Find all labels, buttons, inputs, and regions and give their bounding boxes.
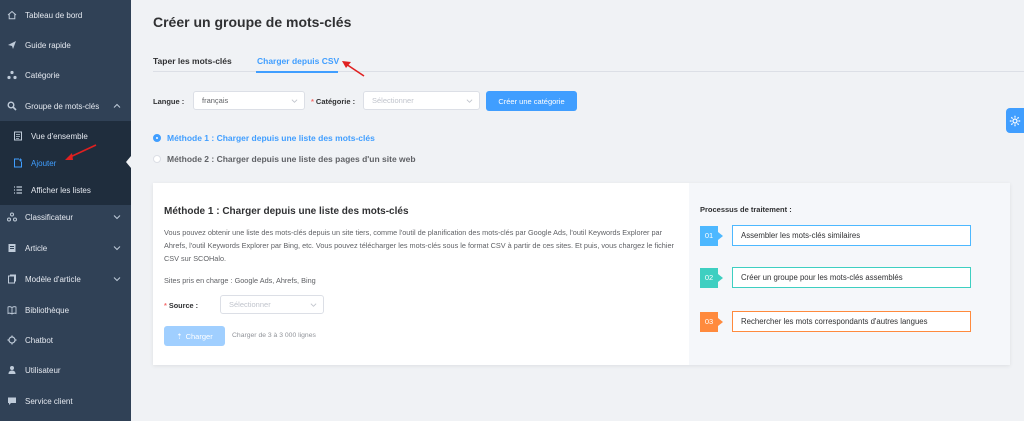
method-1-radio[interactable]: Méthode 1 : Charger depuis une liste des… [153, 133, 375, 143]
annotation-arrow-icon [342, 61, 365, 77]
active-tab-indicator [256, 71, 338, 73]
upload-icon: ⇡ [176, 331, 183, 341]
langue-label: Langue : [153, 97, 185, 106]
process-step: 01 Assembler les mots-clés similaires [700, 225, 971, 246]
sidebar-item-show-lists[interactable]: Afficher les listes [0, 175, 131, 205]
template-icon [6, 273, 18, 285]
annotation-arrow-icon [65, 144, 97, 160]
chevron-down-icon [291, 99, 298, 103]
chatbot-icon [6, 334, 18, 346]
sidebar-item-quick-guide[interactable]: Guide rapide [0, 30, 131, 60]
send-icon [6, 39, 18, 51]
tabs: Taper les mots-clés Charger depuis CSV [153, 52, 1024, 73]
main-content: Créer un groupe de mots-clés Taper les m… [131, 0, 1024, 421]
sidebar-item-category[interactable]: Catégorie [0, 60, 131, 90]
list-icon [12, 184, 24, 196]
classifier-icon [6, 211, 18, 223]
method-card: Méthode 1 : Charger depuis une liste des… [153, 183, 1010, 365]
chevron-down-icon [466, 99, 473, 103]
langue-select[interactable]: français [193, 91, 305, 110]
radio-unselected-icon [153, 155, 161, 163]
sidebar-item-article-template[interactable]: Modèle d'article [0, 264, 131, 294]
chevron-up-icon [113, 103, 121, 108]
sidebar-item-customer-service[interactable]: Service client [0, 386, 131, 416]
sidebar-item-user[interactable]: Utilisateur [0, 355, 131, 385]
book-icon [6, 304, 18, 316]
page-title: Créer un groupe de mots-clés [153, 14, 352, 30]
step-label: Créer un groupe pour les mots-clés assem… [732, 267, 971, 288]
sidebar-item-library[interactable]: Bibliothèque [0, 295, 131, 325]
add-file-icon [12, 157, 24, 169]
upload-hint: Charger de 3 à 3 000 lignes [232, 332, 316, 339]
categorie-select[interactable]: Sélectionner [363, 91, 480, 110]
process-title: Processus de traitement : [700, 205, 792, 214]
categorie-label: * Catégorie : [311, 97, 356, 106]
step-number: 01 [700, 225, 723, 246]
step-label: Assembler les mots-clés similaires [732, 225, 971, 246]
chevron-down-icon [113, 246, 121, 251]
categorie-placeholder: Sélectionner [372, 96, 414, 105]
document-icon [12, 130, 24, 142]
sidebar-item-article[interactable]: Article [0, 233, 131, 263]
sidebar-item-classifier[interactable]: Classificateur [0, 202, 131, 232]
sidebar-item-chatbot[interactable]: Chatbot [0, 325, 131, 355]
chevron-down-icon [310, 303, 317, 307]
process-step: 03 Rechercher les mots correspondants d'… [700, 311, 971, 332]
card-description: Vous pouvez obtenir une liste des mots-c… [164, 228, 674, 263]
step-label: Rechercher les mots correspondants d'aut… [732, 311, 971, 332]
upload-button[interactable]: ⇡ Charger [164, 326, 225, 346]
langue-value: français [202, 96, 229, 105]
chevron-down-icon [113, 215, 121, 220]
step-number: 03 [700, 311, 723, 332]
supported-sites: Sites pris en charge : Google Ads, Ahref… [164, 276, 316, 285]
tab-upload-csv[interactable]: Charger depuis CSV [257, 56, 339, 66]
process-step: 02 Créer un groupe pour les mots-clés as… [700, 267, 971, 288]
category-icon [6, 69, 18, 81]
settings-float-button[interactable] [1006, 108, 1024, 133]
method-2-radio[interactable]: Méthode 2 : Charger depuis une liste des… [153, 154, 416, 164]
sidebar: Tableau de bord Guide rapide Catégorie G… [0, 0, 131, 421]
chat-icon [6, 395, 18, 407]
user-icon [6, 364, 18, 376]
search-icon [6, 100, 18, 112]
source-select[interactable]: Sélectionner [220, 295, 324, 314]
source-label: * Source : [164, 301, 199, 310]
home-icon [6, 9, 18, 21]
step-number: 02 [700, 267, 723, 288]
create-category-button[interactable]: Créer une catégorie [486, 91, 577, 111]
chevron-down-icon [113, 277, 121, 282]
card-title: Méthode 1 : Charger depuis une liste des… [164, 206, 409, 217]
sidebar-item-dashboard[interactable]: Tableau de bord [0, 0, 131, 30]
tab-type-keywords[interactable]: Taper les mots-clés [153, 56, 232, 66]
source-placeholder: Sélectionner [229, 300, 271, 309]
process-panel: Processus de traitement : 01 Assembler l… [689, 183, 1010, 365]
radio-selected-icon [153, 134, 161, 142]
gear-icon [1009, 115, 1021, 126]
sidebar-item-keyword-group[interactable]: Groupe de mots-clés [0, 91, 131, 121]
article-icon [6, 242, 18, 254]
